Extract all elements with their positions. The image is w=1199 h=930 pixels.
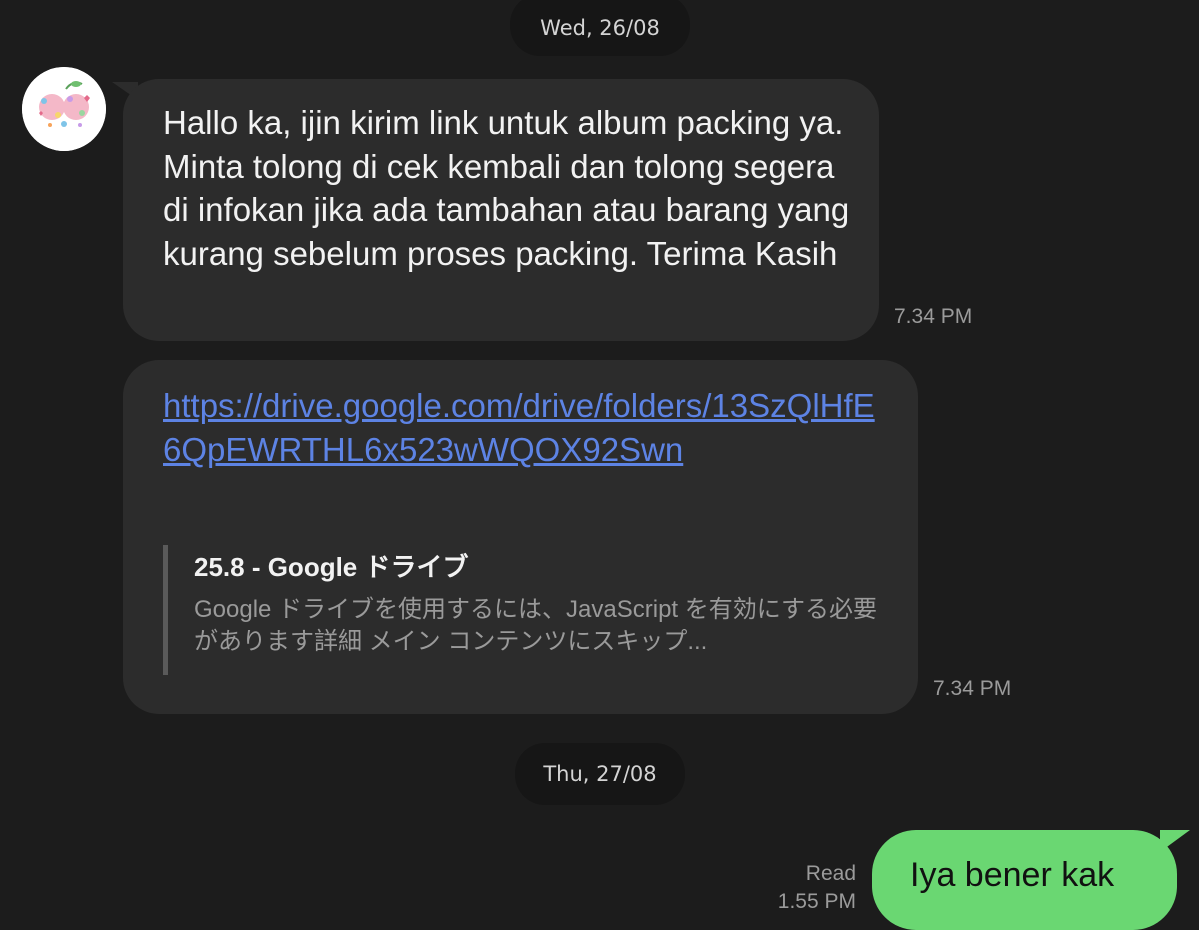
- read-status-label: Read: [805, 862, 856, 885]
- link-preview-description: Google ドライブを使用するには、JavaScript を有効にする必要があ…: [194, 596, 878, 655]
- date-separator: Wed, 26/08: [510, 0, 690, 56]
- read-receipt: Read 1.55 PM: [760, 860, 856, 916]
- date-label: Wed, 26/08: [540, 16, 660, 40]
- drive-link[interactable]: https://drive.google.com/drive/folders/1…: [163, 384, 883, 471]
- link-preview-title: 25.8 - Google ドライブ: [194, 552, 469, 582]
- incoming-link-bubble[interactable]: https://drive.google.com/drive/folders/1…: [123, 360, 918, 714]
- date-separator: Thu, 27/08: [515, 743, 685, 805]
- date-label: Thu, 27/08: [543, 762, 657, 786]
- message-timestamp: 7.34 PM: [933, 677, 1012, 700]
- message-timestamp: 7.34 PM: [894, 305, 973, 328]
- link-preview[interactable]: 25.8 - Google ドライブ Google ドライブを使用するには、Ja…: [163, 545, 893, 675]
- outgoing-message-bubble[interactable]: Iya bener kak: [872, 830, 1177, 930]
- message-text: Hallo ka, ijin kirim link untuk album pa…: [163, 104, 850, 272]
- incoming-message-bubble[interactable]: Hallo ka, ijin kirim link untuk album pa…: [123, 79, 879, 341]
- avatar[interactable]: [22, 67, 106, 151]
- message-timestamp: 1.55 PM: [777, 890, 856, 913]
- cherry-logo-icon: [22, 67, 106, 151]
- message-text: Iya bener kak: [910, 856, 1115, 894]
